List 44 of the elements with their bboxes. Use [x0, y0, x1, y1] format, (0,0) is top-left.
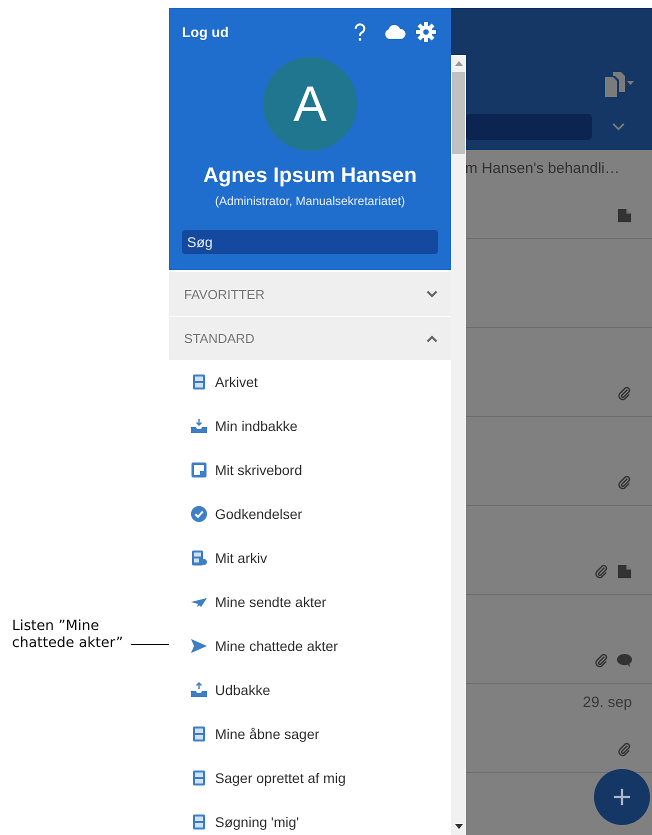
- leader-line: [131, 644, 169, 645]
- help-icon[interactable]: [354, 22, 366, 42]
- annotation-text: Listen ”Mine chattede akter”: [12, 618, 124, 652]
- menu-item[interactable]: Min indbakke: [215, 418, 298, 434]
- menu-item[interactable]: Mit skrivebord: [215, 462, 302, 478]
- cabinet-icon: [191, 814, 207, 830]
- chevron-up-icon: [426, 334, 438, 342]
- user-role: (Administrator, Manualsekretariatet): [214, 194, 406, 208]
- chevron-down-icon[interactable]: [612, 123, 625, 131]
- copy-icon[interactable]: [604, 70, 634, 98]
- scroll-up-icon[interactable]: [454, 61, 462, 66]
- scrollbar-thumb[interactable]: [452, 72, 465, 154]
- cabinet-icon: [191, 770, 207, 786]
- row-date: 29. sep: [582, 694, 632, 713]
- cabinet-icon: [191, 726, 207, 742]
- row-title: m Hansen's behandli…: [465, 160, 620, 179]
- menu-item[interactable]: Mine chattede akter: [215, 638, 338, 654]
- menu-item[interactable]: Arkivet: [215, 374, 258, 390]
- inbox-icon: [191, 418, 207, 434]
- menu-item[interactable]: Søgning 'mig': [215, 814, 299, 830]
- search-field[interactable]: [466, 114, 592, 140]
- cabinet-user-icon: [191, 550, 207, 566]
- note-icon: [191, 462, 207, 478]
- plus-icon: [613, 788, 631, 806]
- section-header[interactable]: FAVORITTER: [169, 272, 451, 316]
- cloud-icon[interactable]: [384, 25, 406, 39]
- menu-item[interactable]: Sager oprettet af mig: [215, 770, 346, 786]
- menu-item[interactable]: Mine åbne sager: [215, 726, 320, 742]
- chevron-down-icon: [426, 290, 438, 298]
- menu-item[interactable]: Mit arkiv: [215, 550, 268, 566]
- menu-item[interactable]: Udbakke: [215, 682, 270, 698]
- logout-button[interactable]: Log ud: [182, 24, 229, 40]
- search-field[interactable]: Søg: [182, 230, 438, 254]
- section-header[interactable]: STANDARD: [169, 316, 451, 360]
- avatar: A: [263, 57, 357, 151]
- scroll-down-icon[interactable]: [454, 824, 462, 829]
- settings-icon[interactable]: [416, 22, 436, 42]
- menu-item[interactable]: Godkendelser: [215, 506, 302, 522]
- outbox-icon: [191, 682, 207, 698]
- user-name: Agnes Ipsum Hansen: [203, 164, 417, 188]
- check-circle-icon: [191, 506, 207, 522]
- send-icon: [191, 638, 207, 654]
- menu-item[interactable]: Mine sendte akter: [215, 594, 326, 610]
- cabinet-icon: [191, 374, 207, 390]
